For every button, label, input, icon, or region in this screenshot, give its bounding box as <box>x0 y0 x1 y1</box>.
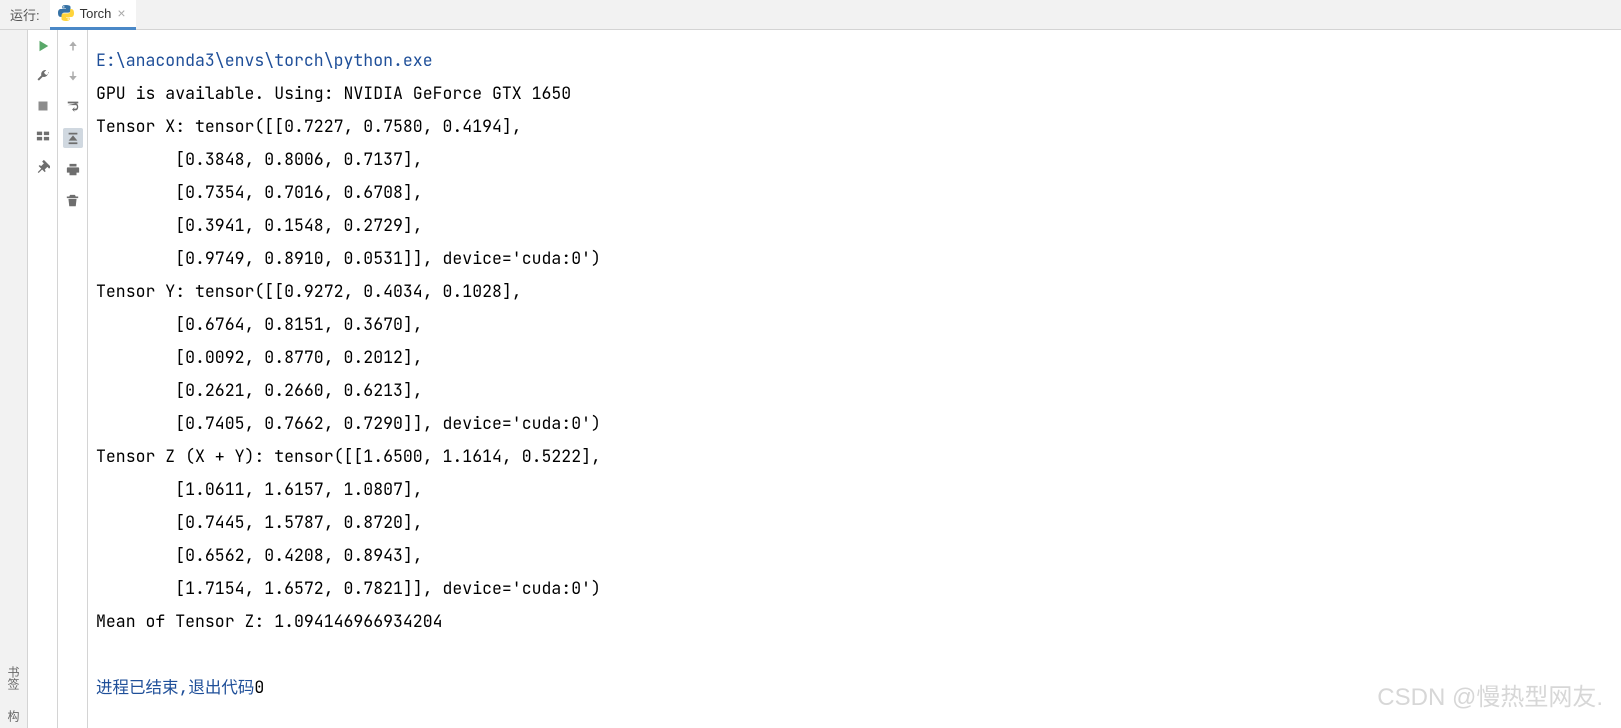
out-line: Tensor X: tensor([[0.7227, 0.7580, 0.419… <box>96 115 522 137</box>
out-line: [0.7405, 0.7662, 0.7290]], device='cuda:… <box>96 412 601 434</box>
pin-icon[interactable] <box>35 158 51 174</box>
out-line: [1.0611, 1.6157, 1.0807], <box>96 478 423 500</box>
out-line: GPU is available. Using: NVIDIA GeForce … <box>96 82 571 104</box>
close-icon[interactable]: × <box>117 5 125 21</box>
interpreter-path: E:\anaconda3\envs\torch\python.exe <box>96 49 433 71</box>
console-output[interactable]: E:\anaconda3\envs\torch\python.exe GPU i… <box>88 30 1621 728</box>
down-arrow-icon[interactable] <box>65 68 81 84</box>
stop-icon[interactable] <box>35 98 51 114</box>
out-line: Tensor Y: tensor([[0.9272, 0.4034, 0.102… <box>96 280 522 302</box>
exit-message: 进程已结束,退出代码 <box>96 676 254 698</box>
left-sidebar: 书签 构 <box>0 30 28 728</box>
bookmark-tab[interactable]: 书签 <box>5 666 22 690</box>
out-line: [1.7154, 1.6572, 0.7821]], device='cuda:… <box>96 577 601 599</box>
out-line: Mean of Tensor Z: 1.094146966934204 <box>96 610 443 632</box>
out-line: [0.0092, 0.8770, 0.2012], <box>96 346 423 368</box>
layout-icon[interactable] <box>35 128 51 144</box>
body: 书签 构 <box>0 30 1621 728</box>
trash-icon[interactable] <box>65 192 81 208</box>
wrench-icon[interactable] <box>35 68 51 84</box>
run-toolbar-left <box>28 30 58 728</box>
out-line: Tensor Z (X + Y): tensor([[1.6500, 1.161… <box>96 445 601 467</box>
out-line: [0.6764, 0.8151, 0.3670], <box>96 313 423 335</box>
out-line: [0.6562, 0.4208, 0.8943], <box>96 544 423 566</box>
out-line: [0.7445, 1.5787, 0.8720], <box>96 511 423 533</box>
run-toolbar-right <box>58 30 88 728</box>
scroll-to-end-icon[interactable] <box>63 128 83 148</box>
tab-torch[interactable]: Torch × <box>50 0 136 30</box>
out-line: [0.9749, 0.8910, 0.0531]], device='cuda:… <box>96 247 601 269</box>
run-label: 运行: <box>0 5 50 24</box>
exit-code: 0 <box>254 676 264 698</box>
soft-wrap-icon[interactable] <box>65 98 81 114</box>
tab-title: Torch <box>80 6 112 21</box>
out-line: [0.2621, 0.2660, 0.6213], <box>96 379 423 401</box>
python-file-icon <box>58 5 74 21</box>
up-arrow-icon[interactable] <box>65 38 81 54</box>
run-header: 运行: Torch × <box>0 0 1621 30</box>
structure-tab[interactable]: 构 <box>5 710 22 722</box>
rerun-icon[interactable] <box>35 38 51 54</box>
out-line: [0.7354, 0.7016, 0.6708], <box>96 181 423 203</box>
out-line: [0.3848, 0.8006, 0.7137], <box>96 148 423 170</box>
print-icon[interactable] <box>65 162 81 178</box>
out-line: [0.3941, 0.1548, 0.2729], <box>96 214 423 236</box>
